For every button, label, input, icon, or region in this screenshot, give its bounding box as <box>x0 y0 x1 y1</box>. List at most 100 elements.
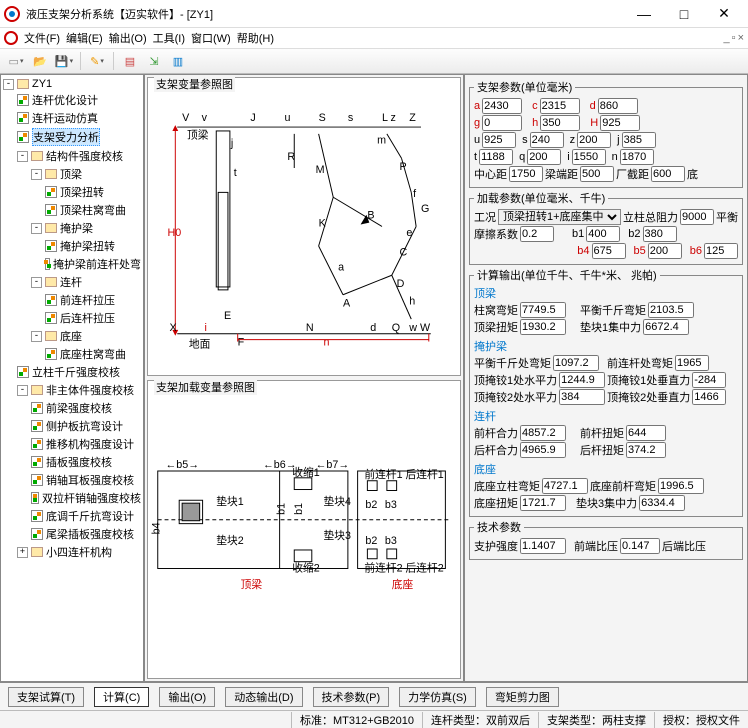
menu-window[interactable]: 窗口(W) <box>191 30 231 46</box>
input-g[interactable] <box>482 115 522 131</box>
tree-item[interactable]: 顶梁柱窝弯曲 <box>60 202 126 218</box>
input-s[interactable] <box>530 132 564 148</box>
tree-item[interactable]: 双拉杆销轴强度校核 <box>42 490 141 506</box>
out-o10[interactable] <box>692 389 726 405</box>
input-b5[interactable] <box>648 243 682 259</box>
input-H[interactable] <box>600 115 640 131</box>
tree-item[interactable]: 底调千斤抗弯设计 <box>46 508 134 524</box>
input-h[interactable] <box>540 115 580 131</box>
out-o4[interactable] <box>643 319 689 335</box>
menu-output[interactable]: 输出(O) <box>109 30 147 46</box>
new-icon[interactable]: ▭ <box>6 51 26 71</box>
out-o9[interactable] <box>559 389 605 405</box>
out-o2[interactable] <box>648 302 694 318</box>
tree-item-selected[interactable]: 支架受力分析 <box>32 128 100 146</box>
tree-item[interactable]: 底座 <box>60 328 82 344</box>
out-o17[interactable] <box>520 495 566 511</box>
menu-edit[interactable]: 编辑(E) <box>66 30 103 46</box>
out-o5[interactable] <box>553 355 599 371</box>
expand-icon[interactable]: - <box>31 169 42 180</box>
input-c[interactable] <box>540 98 580 114</box>
maximize-button[interactable]: □ <box>664 2 704 26</box>
out-t2[interactable] <box>620 538 660 554</box>
out-o14[interactable] <box>626 442 666 458</box>
tree-item[interactable]: 插板强度校核 <box>46 454 112 470</box>
tree-item[interactable]: 非主体件强度校核 <box>46 382 134 398</box>
expand-icon[interactable]: - <box>31 331 42 342</box>
tree-root[interactable]: ZY1 <box>32 78 52 90</box>
btn-dynout[interactable]: 动态输出(D) <box>225 687 302 707</box>
menu-help[interactable]: 帮助(H) <box>237 30 274 46</box>
out-o18[interactable] <box>639 495 685 511</box>
chart-icon[interactable]: ▤ <box>120 51 140 71</box>
tree-item[interactable]: 掩护梁前连杆处弯 <box>53 256 141 272</box>
input-a[interactable] <box>482 98 522 114</box>
input-factend[interactable] <box>651 166 685 182</box>
tree-item[interactable]: 尾梁插板强度校核 <box>46 526 134 542</box>
open-icon[interactable]: 📂 <box>30 51 50 71</box>
close-button[interactable]: ✕ <box>704 2 744 26</box>
btn-trial[interactable]: 支架试算(T) <box>8 687 84 707</box>
out-o1[interactable] <box>520 302 566 318</box>
btn-output[interactable]: 输出(O) <box>159 687 215 707</box>
btn-calc[interactable]: 计算(C) <box>94 687 149 707</box>
input-b1[interactable] <box>586 226 620 242</box>
tree-item[interactable]: 销轴耳板强度校核 <box>46 472 134 488</box>
input-i[interactable] <box>572 149 606 165</box>
tree-item[interactable]: 推移机构强度设计 <box>46 436 134 452</box>
out-o6[interactable] <box>675 355 709 371</box>
tree-item[interactable]: 后连杆拉压 <box>60 310 115 326</box>
menu-file[interactable]: 文件(F) <box>24 30 60 46</box>
tree-item[interactable]: 底座柱窝弯曲 <box>60 346 126 362</box>
input-z[interactable] <box>577 132 611 148</box>
tree-item[interactable]: 连杆运动仿真 <box>32 110 98 126</box>
out-o8[interactable] <box>692 372 726 388</box>
edit-icon[interactable]: ✎ <box>87 51 107 71</box>
expand-icon[interactable]: - <box>31 223 42 234</box>
input-q[interactable] <box>527 149 561 165</box>
out-t1[interactable] <box>520 538 566 554</box>
out-o7[interactable] <box>559 372 605 388</box>
tree-item[interactable]: 连杆优化设计 <box>32 92 98 108</box>
tree-item[interactable]: 结构件强度校核 <box>46 148 123 164</box>
input-t[interactable] <box>479 149 513 165</box>
expand-icon[interactable]: - <box>31 277 42 288</box>
input-b4[interactable] <box>592 243 626 259</box>
tree-item[interactable]: 侧护板抗弯设计 <box>46 418 123 434</box>
input-d[interactable] <box>598 98 638 114</box>
input-fric[interactable] <box>520 226 554 242</box>
nav-tree[interactable]: -ZY1 连杆优化设计 连杆运动仿真 支架受力分析 -结构件强度校核 -顶梁 顶… <box>0 74 144 682</box>
expand-icon[interactable]: - <box>17 385 28 396</box>
input-colres[interactable] <box>680 209 714 225</box>
input-center[interactable] <box>509 166 543 182</box>
out-o15[interactable] <box>542 478 588 494</box>
expand-icon[interactable]: - <box>17 151 28 162</box>
tree-item[interactable]: 小四连杆机构 <box>46 544 112 560</box>
menu-tools[interactable]: 工具(I) <box>153 30 185 46</box>
tree-item[interactable]: 顶梁扭转 <box>60 184 104 200</box>
btn-moment[interactable]: 弯矩剪力图 <box>486 687 559 707</box>
tree-item[interactable]: 立柱千斤强度校核 <box>32 364 120 380</box>
export-icon[interactable]: ⇲ <box>144 51 164 71</box>
btn-sim[interactable]: 力学仿真(S) <box>399 687 476 707</box>
input-u[interactable] <box>482 132 516 148</box>
input-beamend[interactable] <box>580 166 614 182</box>
tree-item[interactable]: 掩护梁 <box>60 220 93 236</box>
tree-item[interactable]: 连杆 <box>60 274 82 290</box>
tree-item[interactable]: 顶梁 <box>60 166 82 182</box>
tree-item[interactable]: 前连杆拉压 <box>60 292 115 308</box>
mdi-close-icon[interactable]: × <box>738 32 744 44</box>
report-icon[interactable]: ▥ <box>168 51 188 71</box>
input-b2[interactable] <box>643 226 677 242</box>
btn-tech[interactable]: 技术参数(P) <box>313 687 390 707</box>
out-o3[interactable] <box>520 319 566 335</box>
expand-icon[interactable]: + <box>17 547 28 558</box>
out-o16[interactable] <box>658 478 704 494</box>
out-o12[interactable] <box>626 425 666 441</box>
input-j[interactable] <box>622 132 656 148</box>
out-o13[interactable] <box>520 442 566 458</box>
tree-item[interactable]: 掩护梁扭转 <box>60 238 115 254</box>
save-icon[interactable]: 💾 <box>54 51 74 71</box>
input-n[interactable] <box>620 149 654 165</box>
minimize-button[interactable]: — <box>624 2 664 26</box>
